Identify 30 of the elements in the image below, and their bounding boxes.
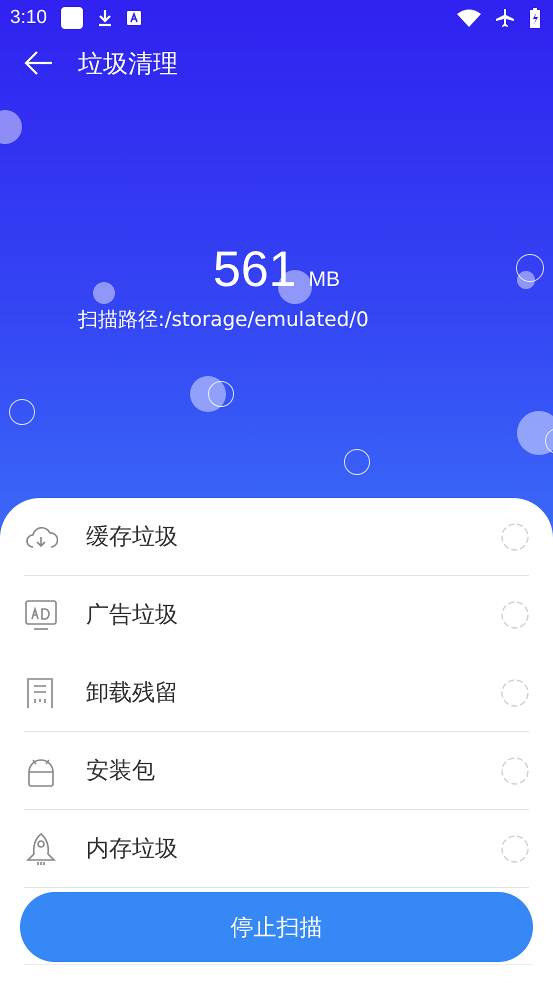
size-unit: MB [308, 268, 340, 292]
wifi-icon [457, 9, 481, 27]
category-label: 内存垃圾 [86, 835, 179, 864]
scan-path: 扫描路径:/storage/emulated/0 [78, 306, 369, 333]
loading-spinner-icon [501, 756, 529, 784]
bubble [9, 399, 35, 425]
bubble [344, 449, 370, 475]
loading-spinner-icon [501, 834, 529, 862]
bubble [208, 381, 234, 407]
category-label: 广告垃圾 [86, 601, 179, 630]
airplane-icon [495, 8, 515, 28]
category-label: 卸载残留 [86, 679, 179, 708]
category-label: 缓存垃圾 [86, 523, 179, 552]
junk-size: 561 [213, 240, 296, 298]
app-icon [126, 11, 141, 25]
battery-icon [529, 8, 541, 28]
loading-spinner-icon [501, 522, 529, 550]
loading-spinner-icon [501, 600, 529, 628]
back-arrow-icon[interactable] [24, 50, 54, 76]
loading-spinner-icon [501, 678, 529, 706]
ad-screen-icon [24, 598, 58, 632]
category-label: 安装包 [86, 757, 156, 786]
status-time: 3:10 [10, 7, 47, 29]
rocket-icon [24, 832, 58, 866]
page-title: 垃圾清理 [78, 48, 178, 80]
notification-icon [60, 7, 83, 29]
stop-scan-button[interactable]: 停止扫描 [20, 892, 533, 962]
bubble [93, 282, 115, 304]
bubble [190, 376, 226, 412]
download-icon [96, 9, 113, 27]
